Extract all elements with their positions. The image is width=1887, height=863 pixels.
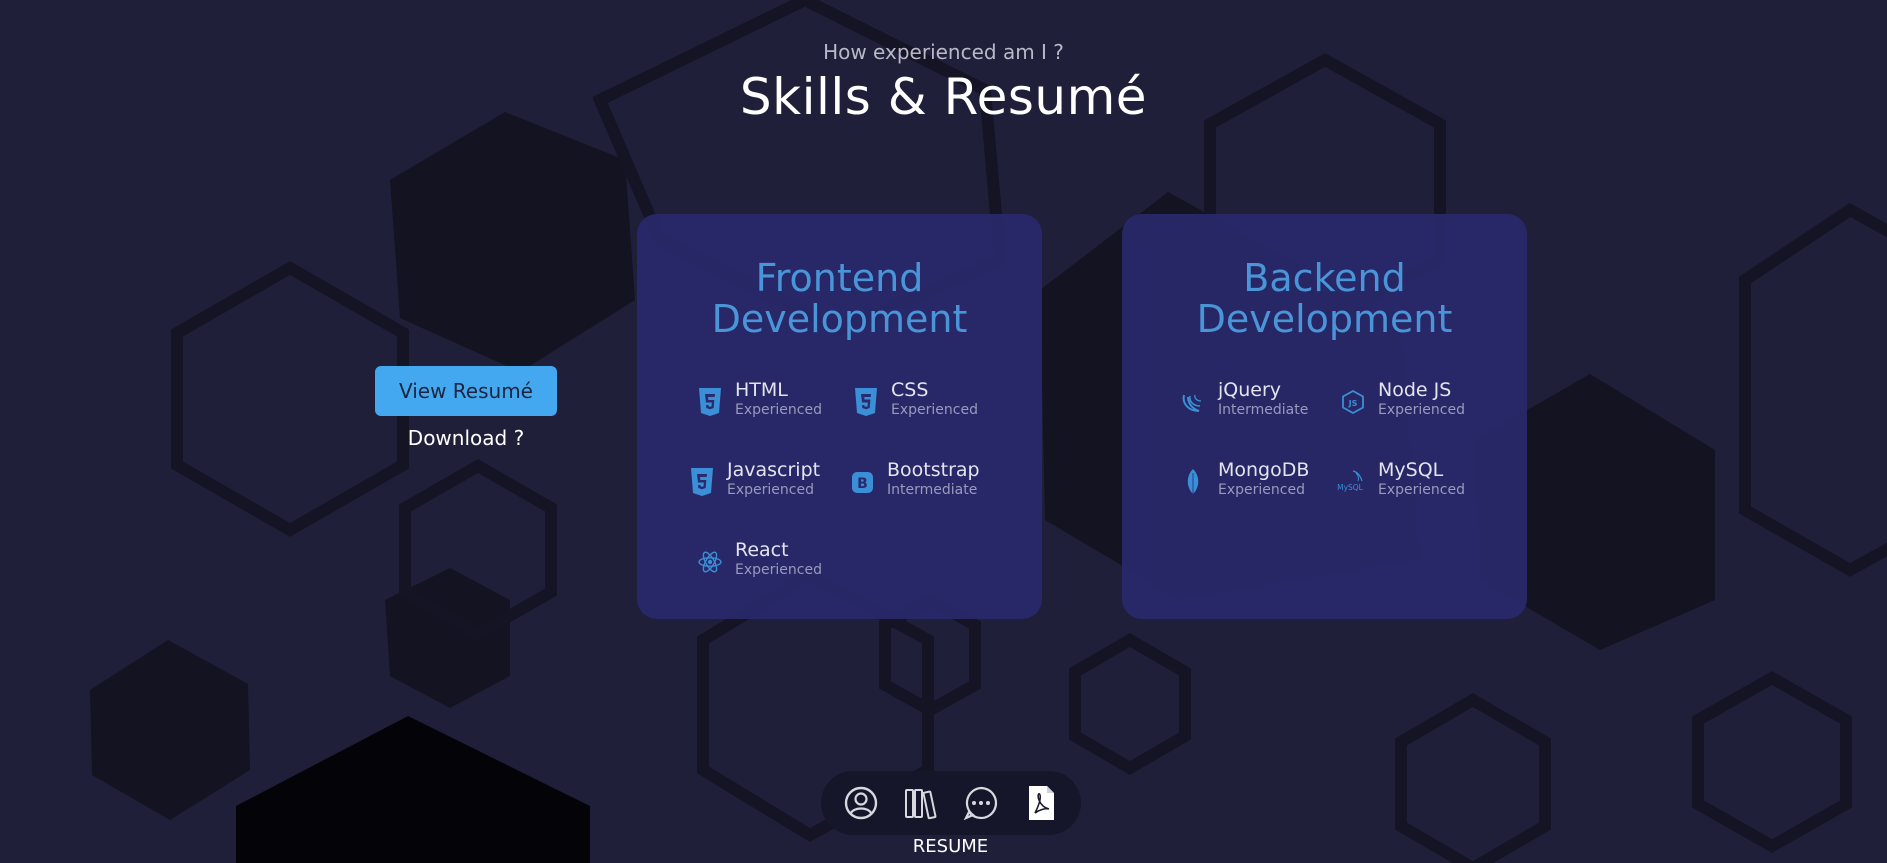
skill-name: MySQL: [1378, 459, 1444, 481]
skill-html: HTML Experienced: [697, 379, 822, 419]
svg-text:B: B: [857, 476, 868, 492]
html5-icon: [691, 468, 713, 496]
backend-skills-card: Backend Development jQuery Intermediate …: [1122, 214, 1527, 619]
card-title: Frontend Development: [637, 258, 1042, 340]
mysql-icon: MySQL: [1337, 470, 1364, 492]
skill-mysql: MySQL MySQL Experienced: [1336, 459, 1465, 499]
card-title-line1: Backend: [1243, 256, 1406, 300]
view-resume-button[interactable]: View Resumé: [375, 366, 557, 416]
skill-name: CSS: [891, 379, 929, 401]
skill-level: Experienced: [735, 402, 822, 418]
skill-name: Bootstrap: [887, 459, 980, 481]
skill-react: React Experienced: [697, 539, 822, 579]
chat-bubble-icon: [963, 786, 998, 821]
skill-name: Node JS: [1378, 379, 1452, 401]
frontend-skills-card: Frontend Development HTML Experienced CS…: [637, 214, 1042, 619]
skill-level: Experienced: [891, 402, 978, 418]
resume-actions: View Resumé Download ?: [375, 366, 557, 450]
skill-name: MongoDB: [1218, 459, 1310, 481]
download-link[interactable]: Download ?: [375, 426, 557, 450]
pdf-file-icon: [1029, 786, 1054, 820]
section-title: Skills & Resumé: [739, 68, 1148, 126]
bootstrap-icon: B: [852, 472, 873, 493]
skill-level: Experienced: [735, 562, 822, 578]
jquery-icon: [1182, 394, 1202, 412]
skill-level: Experienced: [1218, 482, 1305, 498]
card-title-line1: Frontend: [755, 256, 924, 300]
skill-name: Javascript: [727, 459, 821, 481]
card-title-line2: Development: [711, 297, 968, 341]
skill-css: CSS Experienced: [853, 379, 978, 419]
dock-item-resume[interactable]: [1021, 783, 1061, 823]
dock-item-about[interactable]: [841, 783, 881, 823]
user-circle-icon: [844, 786, 878, 820]
skill-jquery: jQuery Intermediate: [1180, 379, 1308, 419]
dock-item-portfolio[interactable]: [901, 783, 941, 823]
skill-level: Experienced: [1378, 402, 1465, 418]
skill-name: React: [735, 539, 789, 561]
skill-javascript: Javascript Experienced: [689, 459, 820, 499]
skill-level: Experienced: [1378, 482, 1465, 498]
html5-icon: [699, 388, 721, 416]
skill-level: Experienced: [727, 482, 814, 498]
css3-icon: [855, 388, 877, 416]
section-subtitle: How experienced am I ?: [823, 40, 1064, 64]
books-icon: [905, 789, 937, 820]
skill-name: HTML: [735, 379, 788, 401]
skill-bootstrap: B Bootstrap Intermediate: [849, 459, 980, 499]
nodejs-icon: JS: [1342, 389, 1364, 415]
card-title-line2: Development: [1196, 297, 1453, 341]
dock-active-label: RESUME: [912, 836, 989, 857]
mongodb-leaf-icon: [1187, 469, 1199, 496]
react-icon: [698, 551, 722, 573]
dock-item-contact[interactable]: [961, 783, 1001, 823]
skill-name: jQuery: [1218, 379, 1282, 401]
card-title: Backend Development: [1122, 258, 1527, 340]
svg-text:JS: JS: [1348, 399, 1358, 408]
bottom-dock-nav: [821, 771, 1081, 835]
skill-mongodb: MongoDB Experienced: [1180, 459, 1309, 499]
skill-nodejs: JS Node JS Experienced: [1340, 379, 1465, 419]
svg-text:MySQL: MySQL: [1337, 483, 1364, 492]
skill-level: Intermediate: [1218, 402, 1309, 418]
skill-level: Intermediate: [887, 482, 978, 498]
